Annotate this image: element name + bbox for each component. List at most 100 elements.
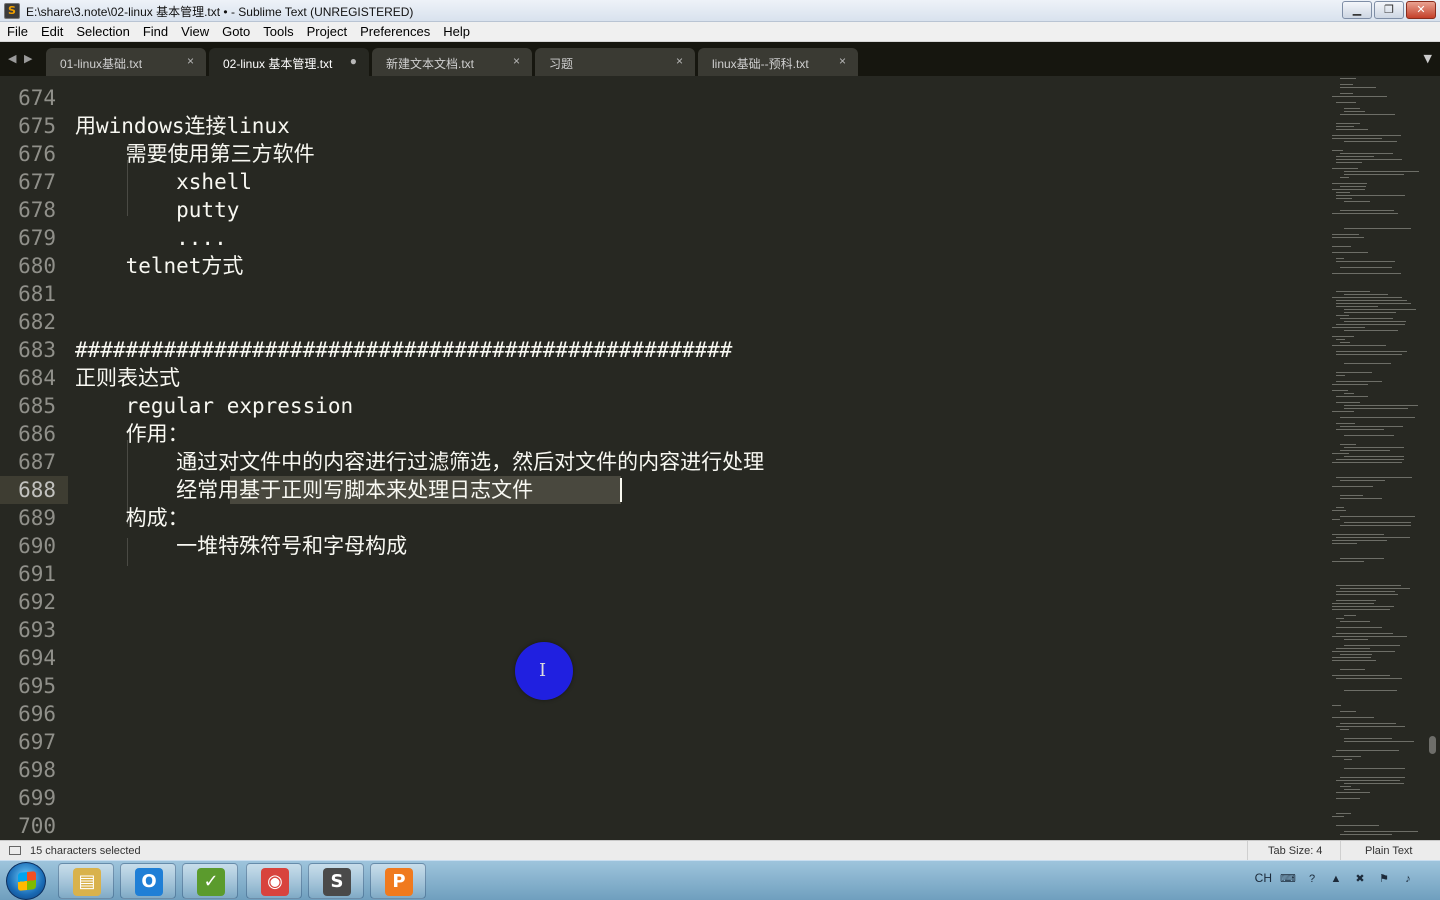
code-line[interactable]: 685 regular expression [0,392,1320,420]
taskbar-presentation-button[interactable]: P [370,863,426,899]
code-line[interactable]: 698 [0,756,1320,784]
syntax-selector[interactable]: Plain Text [1340,841,1440,861]
minimap-line [1344,759,1352,760]
code-line[interactable]: 696 [0,700,1320,728]
code-line[interactable]: 682 [0,308,1320,336]
tab-close-icon[interactable]: × [676,54,683,68]
minimap-line [1344,321,1406,322]
vertical-scrollbar-thumb[interactable] [1429,736,1436,754]
menu-edit[interactable]: Edit [34,22,69,41]
start-button[interactable] [6,862,46,900]
code-line[interactable]: 679 .... [0,224,1320,252]
tab-label: 01-linux基础.txt [60,57,143,71]
code-line[interactable]: 692 [0,588,1320,616]
minimap-line [1344,615,1356,616]
code-line[interactable]: 687 通过对文件中的内容进行过滤筛选，然后对文件的内容进行处理 [0,448,1320,476]
minimap-line [1344,639,1368,640]
tab-overflow-icon[interactable]: ▼ [1424,52,1432,65]
keyboard-icon[interactable]: ⌨ [1280,871,1296,887]
code-line[interactable]: 699 [0,784,1320,812]
language-indicator[interactable]: CH [1255,871,1272,887]
code-line[interactable]: 680 telnet方式 [0,252,1320,280]
minimap-line [1344,228,1411,229]
minimap-line [1332,246,1351,247]
code-line[interactable]: 677 xshell [0,168,1320,196]
line-number: 688 [18,478,56,502]
minimap-line [1336,195,1405,196]
minimize-button[interactable]: ▁ [1342,1,1372,19]
minimap-line [1332,189,1365,190]
code-line[interactable]: 678 putty [0,196,1320,224]
editor-area[interactable]: 674 675 用windows连接linux 676 需要使用第三方软件 677… [0,76,1440,840]
tab-close-icon[interactable]: × [839,54,846,68]
code-line[interactable]: 683 #####################################… [0,336,1320,364]
code-line[interactable]: 689 构成： [0,504,1320,532]
code-line[interactable]: 695 [0,672,1320,700]
menu-preferences[interactable]: Preferences [353,22,436,41]
code-line[interactable]: 684 正则表达式 [0,364,1320,392]
tab-close-icon[interactable]: × [187,54,194,68]
taskbar-outlook-button[interactable]: O [120,863,176,899]
tab-size-selector[interactable]: Tab Size: 4 [1247,841,1339,861]
taskbar-explorer-button[interactable]: ▤ [58,863,114,899]
show-hidden-icons[interactable]: ▲ [1328,871,1344,887]
line-text: 经常用基于正则写脚本来处理日志文件 [75,478,534,502]
tab-new-text-document[interactable]: 新建文本文档.txt × [372,48,532,76]
line-number: 674 [18,86,56,110]
minimap-line [1344,738,1392,739]
code-line[interactable]: 675 用windows连接linux [0,112,1320,140]
menu-view[interactable]: View [174,22,215,41]
close-button[interactable]: ✕ [1406,1,1436,19]
menu-project[interactable]: Project [300,22,353,41]
menu-file[interactable]: File [0,22,34,41]
window-controls: ▁ ❐ ✕ [1342,1,1436,19]
menu-tools[interactable]: Tools [256,22,299,41]
minimap-line [1336,303,1411,304]
line-text: 作用： [75,422,189,446]
line-text: regular expression [75,394,354,418]
minimap-line [1336,627,1382,628]
minimap-line [1332,717,1374,718]
tab-close-icon[interactable]: × [513,54,520,68]
tab-01-linux-basics[interactable]: 01-linux基础.txt × [46,48,206,76]
tab-02-linux-admin[interactable]: 02-linux 基本管理.txt ● [209,48,369,76]
minimap-line [1332,96,1387,97]
panel-toggle-icon[interactable] [9,846,21,855]
tab-exercises[interactable]: 习题 × [535,48,695,76]
minimap-line [1336,618,1344,619]
help-icon[interactable]: ? [1304,871,1320,887]
tab-next-icon[interactable]: ▶ [24,52,32,65]
code-line-current[interactable]: 688 经常用基于正则写脚本来处理日志文件 [0,476,1320,504]
taskbar-network-tool-button[interactable]: ✓ [182,863,238,899]
code-line[interactable]: 693 [0,616,1320,644]
code-line[interactable]: 676 需要使用第三方软件 [0,140,1320,168]
sublime-app-icon[interactable]: S [4,3,20,19]
code-line[interactable]: 690 一堆特殊符号和字母构成 [0,532,1320,560]
action-center-icon[interactable]: ⚑ [1376,871,1392,887]
code-line[interactable]: 686 作用： [0,420,1320,448]
minimap-line [1332,510,1346,511]
minimap-line [1332,453,1349,454]
minimap-line [1336,372,1372,373]
taskbar-snail-app-button[interactable]: ◉ [246,863,302,899]
code-line[interactable]: 694 [0,644,1320,672]
volume-icon[interactable]: ♪ [1400,871,1416,887]
code-line[interactable]: 697 [0,728,1320,756]
minimap-line [1332,675,1390,676]
restore-button[interactable]: ❐ [1374,1,1404,19]
code-line[interactable]: 674 [0,84,1320,112]
menu-help[interactable]: Help [436,22,476,41]
code-line[interactable]: 691 [0,560,1320,588]
minimap[interactable] [1330,76,1428,840]
menu-selection[interactable]: Selection [69,22,135,41]
unsaved-dot-icon[interactable]: ● [350,54,357,68]
minimap-line [1336,750,1399,751]
tab-prev-icon[interactable]: ◀ [8,52,16,65]
code-line[interactable]: 681 [0,280,1320,308]
network-error-icon[interactable]: ✖ [1352,871,1368,887]
menu-goto[interactable]: Goto [215,22,256,41]
taskbar-sublime-text-button[interactable]: S [308,863,364,899]
menu-find[interactable]: Find [136,22,174,41]
code-line[interactable]: 700 [0,812,1320,840]
tab-linux-prep[interactable]: linux基础--预科.txt × [698,48,858,76]
